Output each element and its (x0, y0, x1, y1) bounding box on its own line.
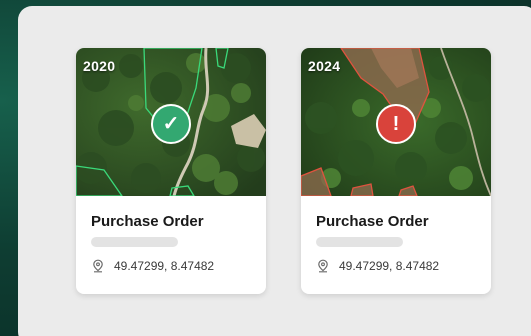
parcel-card-2024[interactable]: 2024 ! Purchase Order 49.47299, 8.47482 (301, 48, 491, 294)
card-title: Purchase Order (316, 213, 429, 230)
coordinates-text: 49.47299, 8.47482 (339, 259, 440, 273)
satellite-image: 2020 ✓ (76, 48, 266, 196)
map-pin-icon (91, 259, 105, 273)
year-label: 2024 (308, 58, 341, 74)
approved-status-badge: ✓ (151, 104, 191, 144)
card-title: Purchase Order (91, 213, 204, 230)
check-icon: ✓ (162, 113, 180, 135)
placeholder-bar (91, 237, 178, 247)
location-row: 49.47299, 8.47482 (316, 259, 439, 273)
location-row: 49.47299, 8.47482 (91, 259, 214, 273)
coordinates-text: 49.47299, 8.47482 (114, 259, 215, 273)
placeholder-bar (316, 237, 403, 247)
exclamation-icon: ! (392, 113, 400, 135)
alert-status-badge: ! (376, 104, 416, 144)
year-label: 2020 (83, 58, 116, 74)
satellite-image: 2024 ! (301, 48, 491, 196)
parcel-card-2020[interactable]: 2020 ✓ Purchase Order 49.47299, 8.47482 (76, 48, 266, 294)
map-pin-icon (316, 259, 330, 273)
